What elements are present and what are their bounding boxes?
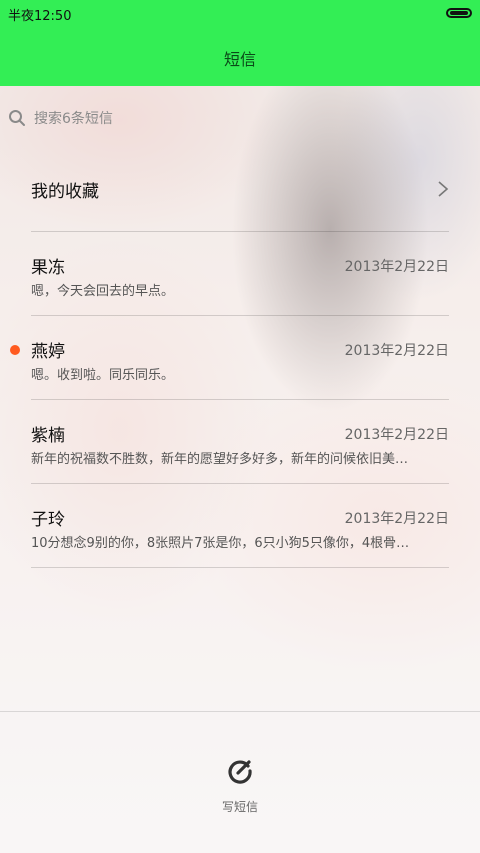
thread-date: 2013年2月22日 [344,427,449,443]
search-icon [9,110,25,126]
favorites-item[interactable]: 我的收藏 [31,164,449,214]
thread-row[interactable]: 紫楠 2013年2月22日 新年的祝福数不胜数，新年的愿望好多好多，新年的问候依… [31,400,449,484]
thread-row[interactable]: 果冻 2013年2月22日 嗯，今天会回去的早点。 [31,232,449,316]
thread-name: 子玲 [31,510,65,530]
search-bar[interactable]: 搜索6条短信 [8,108,113,128]
thread-preview: 新年的祝福数不胜数，新年的愿望好多好多，新年的问候依旧美… [31,452,409,467]
bottom-bar-divider [0,711,480,712]
thread-row[interactable]: 子玲 2013年2月22日 10分想念9别的你，8张照片7张是你，6只小狗5只像… [31,484,449,568]
thread-date: 2013年2月22日 [344,259,449,275]
page-title: 短信 [223,50,256,69]
thread-preview: 嗯，今天会回去的早点。 [31,284,175,299]
thread-date: 2013年2月22日 [344,343,449,359]
compose-button[interactable]: 写短信 [0,758,480,815]
thread-preview: 嗯。收到啦。同乐同乐。 [31,368,175,383]
thread-name: 燕婷 [31,342,65,362]
thread-row[interactable]: 燕婷 2013年2月22日 嗯。收到啦。同乐同乐。 [10,316,449,400]
compose-label: 写短信 [221,800,258,814]
thread-name: 果冻 [31,258,65,278]
favorites-label: 我的收藏 [31,181,99,202]
header-bar: 半夜12:50 短信 [0,0,480,86]
chevron-right-icon [438,181,449,197]
message-list-screen: 搜索6条短信 我的收藏 果冻 2013年2月22日 嗯，今天会回去的早点。 燕婷… [0,86,480,853]
thread-preview: 10分想念9别的你，8张照片7张是你，6只小狗5只像你，4根骨… [31,536,410,551]
compose-icon [228,760,252,784]
battery-icon [446,8,472,18]
unread-indicator [10,345,20,355]
thread-name: 紫楠 [31,426,65,446]
search-placeholder: 搜索6条短信 [34,111,113,127]
thread-date: 2013年2月22日 [344,511,449,527]
status-time: 半夜12:50 [8,9,72,24]
divider [31,567,449,568]
